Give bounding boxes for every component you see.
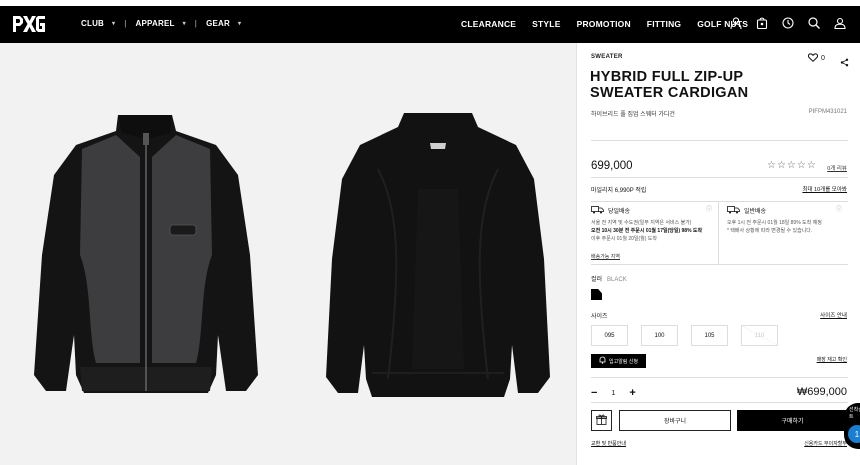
header-icons bbox=[729, 16, 847, 30]
chevron-down-icon: ▾ bbox=[182, 21, 186, 27]
add-to-cart-button[interactable]: 장바구니 bbox=[619, 410, 731, 431]
same-day-shipping-line1: 서울 전 지역 및 수도권(일부 지역은 서비스 불가) bbox=[591, 220, 692, 226]
right-navigation: CLEARANCE STYLE PROMOTION FITTING GOLF N… bbox=[461, 19, 748, 29]
normal-shipping-header: 일반배송 bbox=[727, 206, 848, 217]
user-icon[interactable] bbox=[729, 16, 743, 30]
truck-icon bbox=[727, 206, 740, 217]
nav-club[interactable]: CLUB bbox=[81, 19, 104, 28]
mileage-points: 마일리지 6,990P 적립 bbox=[591, 188, 647, 194]
nav-separator: | bbox=[194, 19, 198, 28]
size-label: 사이즈 bbox=[591, 314, 608, 320]
nav-gear[interactable]: GEAR bbox=[206, 19, 230, 28]
product-category: SWEATER bbox=[591, 54, 623, 60]
restock-alert-label: 입고알림 신청 bbox=[609, 358, 638, 365]
info-icon[interactable]: ⓘ bbox=[706, 206, 712, 214]
nav-clearance[interactable]: CLEARANCE bbox=[461, 19, 516, 29]
size-option-100[interactable]: 100 bbox=[641, 325, 678, 346]
nav-promotion[interactable]: PROMOTION bbox=[577, 19, 631, 29]
floating-event-text: 선착순 이벤트 bbox=[849, 407, 860, 420]
notification-badge: 1 bbox=[848, 425, 860, 443]
rating-stars: ☆☆☆☆☆ bbox=[767, 160, 817, 171]
decrease-quantity-button[interactable]: − bbox=[591, 387, 597, 399]
pxg-logo[interactable] bbox=[12, 14, 46, 39]
buy-now-button[interactable]: 구매하기 bbox=[737, 410, 848, 431]
product-image-back[interactable] bbox=[318, 109, 558, 405]
bell-icon bbox=[599, 356, 606, 366]
returns-link[interactable]: 교환 및 반품안내 bbox=[591, 440, 626, 447]
heart-icon bbox=[807, 53, 819, 64]
account-icon[interactable] bbox=[833, 16, 847, 30]
same-day-shipping-line2: 오전 10시 30분 전 주문시 01월 17일(당일) 98% 도착 bbox=[591, 228, 703, 234]
same-day-shipping-line3: 이후 주문시 01월 20일(월) 도착 bbox=[591, 236, 658, 242]
nav-separator: | bbox=[124, 19, 127, 28]
product-gallery bbox=[0, 43, 576, 465]
left-navigation: CLUB ▾ | APPAREL ▾ | GEAR ▾ bbox=[81, 19, 241, 28]
increase-quantity-button[interactable]: + bbox=[629, 387, 635, 399]
total-price: ₩699,000 bbox=[796, 386, 847, 398]
delivery-area-link[interactable]: 배송가능 지역 bbox=[591, 253, 620, 260]
floating-event-widget[interactable]: 선착순 이벤트 1 bbox=[844, 403, 860, 449]
product-info-panel: SWEATER 0 HYBRID FULL ZIP-UP SWEATER CAR… bbox=[576, 43, 860, 465]
truck-icon bbox=[591, 206, 604, 217]
same-day-shipping-title: 당일배송 bbox=[608, 208, 631, 215]
normal-shipping-line1: 오후 1시 전 주문시 01월 18일 89% 도착 예정 bbox=[727, 220, 822, 226]
normal-shipping: 일반배송 오후 1시 전 주문시 01월 18일 89% 도착 예정 * 택배사… bbox=[719, 201, 848, 265]
share-icon[interactable] bbox=[840, 54, 849, 72]
product-code: PIFPM431021 bbox=[808, 109, 847, 115]
color-label-text: 컬러 bbox=[591, 277, 603, 283]
size-options: 095 100 105 110 bbox=[591, 325, 778, 346]
wishlist-button[interactable]: 0 bbox=[807, 53, 825, 64]
top-navigation-bar: CLUB ▾ | APPAREL ▾ | GEAR ▾ CLEARANCE STYLE… bbox=[0, 6, 860, 43]
history-icon[interactable] bbox=[781, 16, 795, 30]
size-option-110[interactable]: 110 bbox=[741, 325, 778, 346]
divider bbox=[591, 402, 848, 403]
color-label: 컬러 BLACK bbox=[591, 274, 627, 283]
chevron-down-icon: ▾ bbox=[112, 21, 116, 27]
card-installment-link[interactable]: 신용카드 무이자할부 bbox=[804, 440, 847, 447]
info-icon[interactable]: ⓘ bbox=[836, 206, 842, 214]
wish-count: 0 bbox=[821, 55, 825, 62]
divider bbox=[591, 140, 848, 141]
coupon-link[interactable]: 최대 10개를 모아봐 bbox=[802, 185, 847, 193]
bag-icon[interactable] bbox=[755, 16, 769, 30]
normal-shipping-line2: * 택배사 상황에 따라 변경될 수 있습니다. bbox=[727, 228, 813, 234]
search-icon[interactable] bbox=[807, 16, 821, 30]
product-image-front[interactable] bbox=[20, 105, 272, 405]
gift-icon bbox=[596, 412, 607, 430]
size-option-095[interactable]: 095 bbox=[591, 325, 628, 346]
divider bbox=[591, 377, 848, 378]
color-value: BLACK bbox=[607, 277, 627, 283]
review-link[interactable]: 0개 리뷰 bbox=[827, 164, 847, 172]
normal-shipping-title: 일반배송 bbox=[744, 208, 767, 215]
nav-fitting[interactable]: FITTING bbox=[647, 19, 681, 29]
product-title: HYBRID FULL ZIP-UP SWEATER CARDIGAN bbox=[590, 69, 749, 101]
nav-apparel[interactable]: APPAREL bbox=[136, 19, 175, 28]
color-swatch-black[interactable] bbox=[591, 289, 602, 300]
size-guide-link[interactable]: 사이즈 안내 bbox=[820, 311, 847, 319]
divider bbox=[591, 177, 848, 178]
size-option-105[interactable]: 105 bbox=[691, 325, 728, 346]
restock-alert-button[interactable]: 입고알림 신청 bbox=[591, 354, 646, 368]
product-subtitle: 하이브리드 풀 집업 스웨터 가디건 bbox=[591, 112, 675, 118]
product-price: 699,000 bbox=[591, 160, 633, 172]
chevron-down-icon: ▾ bbox=[238, 21, 242, 27]
quantity-stepper: − 1 + bbox=[591, 387, 636, 399]
nav-style[interactable]: STYLE bbox=[532, 19, 560, 29]
same-day-shipping-header: 당일배송 bbox=[591, 206, 718, 217]
quantity-value[interactable]: 1 bbox=[611, 390, 615, 397]
store-stock-check-link[interactable]: 매장 재고 확인 bbox=[817, 356, 847, 363]
gift-button[interactable] bbox=[591, 410, 612, 431]
